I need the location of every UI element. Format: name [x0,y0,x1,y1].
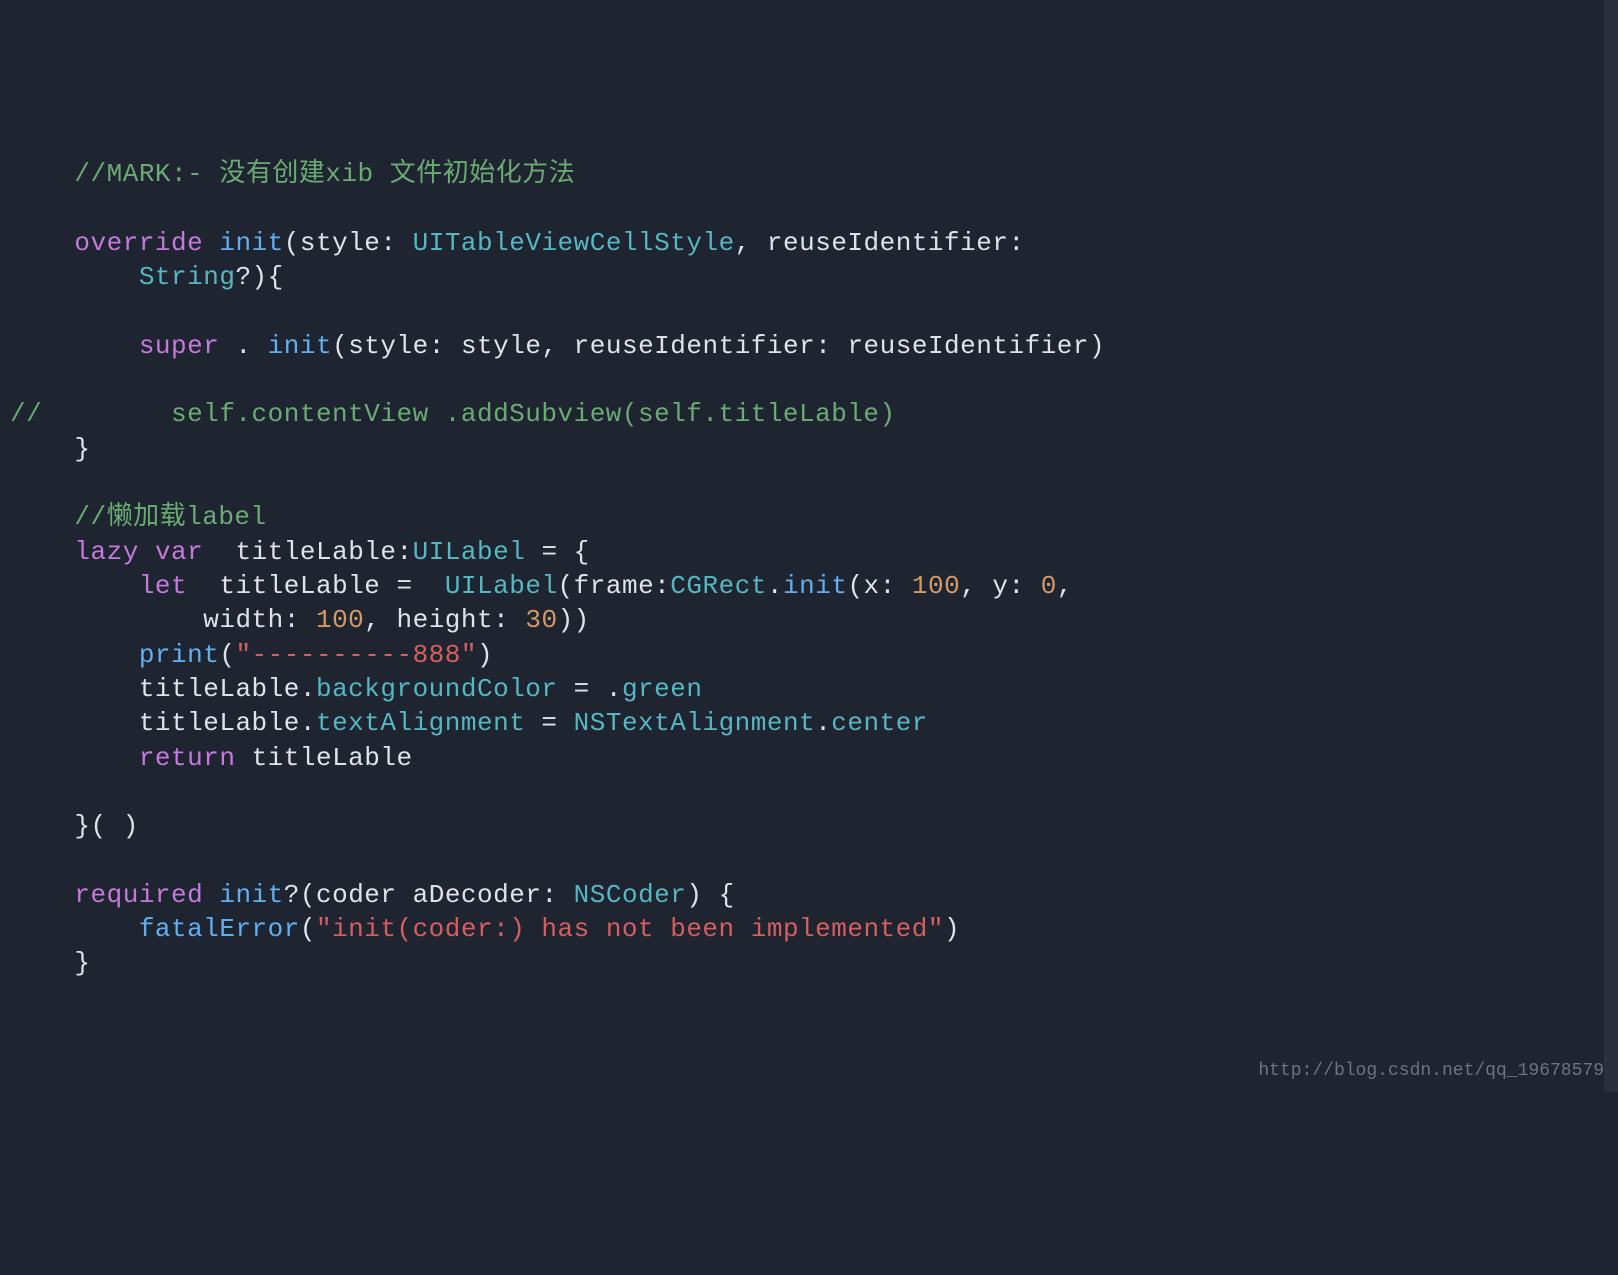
str-888: "----------888" [235,640,477,670]
param-coder: coder [316,880,397,910]
param-frame: frame [574,571,655,601]
param-width: width [203,605,284,635]
id-titlelable-5: titleLable [252,743,413,773]
kw-let: let [139,571,187,601]
fn-fatalerror: fatalError [139,914,300,944]
fn-init-req: init [219,880,283,910]
kw-super: super [139,331,220,361]
comment-lazy: //懒加载label [74,502,266,532]
kw-override: override [74,228,203,258]
prop-align: textAlignment [316,708,525,738]
num-100a: 100 [912,571,960,601]
id-titlelable: titleLable [235,537,396,567]
param-reuse: reuseIdentifier [767,228,1009,258]
arg-reuse: reuseIdentifier [574,331,816,361]
kw-var: var [155,537,203,567]
kw-return: return [139,743,236,773]
num-0: 0 [1041,571,1057,601]
type-uilabel-2: UILabel [445,571,558,601]
prop-bg: backgroundColor [316,674,558,704]
val-center: center [831,708,928,738]
type-nsalign: NSTextAlignment [574,708,816,738]
type-cgrect: CGRect [670,571,767,601]
type-string: String [139,262,236,292]
param-height: height [397,605,494,635]
fn-print: print [139,640,220,670]
kw-required: required [74,880,203,910]
scrollbar[interactable] [1604,0,1618,1092]
id-titlelable-4: titleLable [139,708,300,738]
param-x: x [864,571,880,601]
type-nscoder: NSCoder [574,880,687,910]
num-30: 30 [525,605,557,635]
code-editor[interactable]: //MARK:- 没有创建xib 文件初始化方法 override init(s… [10,157,1608,981]
param-y: y [992,571,1008,601]
val-style: style [461,331,542,361]
fn-super-init: init [268,331,332,361]
fn-cgrect-init: init [783,571,847,601]
param-style: style [300,228,381,258]
label-adecoder: aDecoder [413,880,542,910]
str-fatal: "init(coder:) has not been implemented" [316,914,944,944]
num-100b: 100 [316,605,364,635]
id-titlelable-2: titleLable [219,571,380,601]
type-cellstyle: UITableViewCellStyle [413,228,735,258]
type-uilabel: UILabel [413,537,526,567]
watermark: http://blog.csdn.net/qq_19678579 [1258,1060,1604,1084]
comment-selfline: // self.contentView .addSubview(self.tit… [10,399,896,429]
kw-lazy: lazy [74,537,138,567]
val-reuse: reuseIdentifier [847,331,1089,361]
arg-style: style [348,331,429,361]
id-titlelable-3: titleLable [139,674,300,704]
fn-init: init [219,228,283,258]
comment-mark: //MARK:- 没有创建xib 文件初始化方法 [74,159,575,189]
val-green: green [622,674,703,704]
